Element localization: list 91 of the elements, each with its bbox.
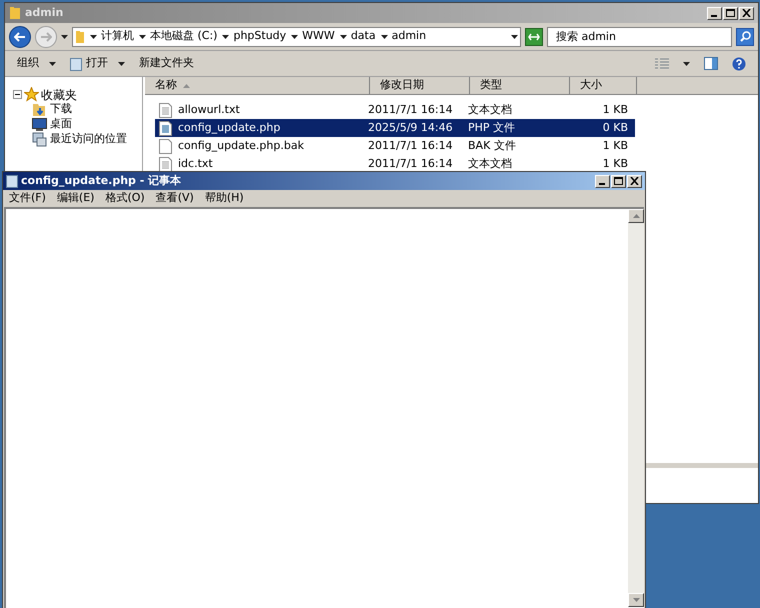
file-row[interactable]: config_update.php.bak 2011/7/1 16:14 BAK 文件 1 KB (155, 137, 635, 155)
menu-item[interactable]: 查看(V) (156, 190, 194, 207)
maximize-button[interactable] (611, 174, 626, 188)
breadcrumb-item[interactable]: 本地磁盘 (C:) (150, 28, 218, 45)
caret-icon (683, 62, 690, 66)
sort-up-icon (183, 84, 190, 88)
file-type: 文本文档 (468, 156, 513, 172)
breadcrumb-item[interactable]: data (350, 28, 376, 45)
file-date: 2011/7/1 16:14 (368, 156, 454, 172)
file-date: 2011/7/1 16:14 (368, 138, 454, 154)
file-size: 0 KB (602, 120, 628, 136)
file-row[interactable]: allowurl.txt 2011/7/1 16:14 文本文档 1 KB (155, 101, 635, 119)
close-button[interactable] (627, 174, 642, 188)
window-title: admin (25, 4, 64, 21)
column-header[interactable]: 类型 (470, 77, 570, 95)
breadcrumb-item[interactable]: phpStudy (233, 28, 286, 45)
file-name: config_update.php.bak (178, 138, 304, 154)
file-date: 2025/5/9 14:46 (368, 120, 454, 136)
address-bar[interactable]: 计算机 本地磁盘 (C:) phpStudy WWW data admin (72, 26, 521, 46)
folder-icon (75, 30, 85, 44)
file-size: 1 KB (602, 156, 628, 172)
scroll-down-icon (632, 598, 640, 602)
search-button[interactable] (736, 28, 754, 46)
forward-arrow-icon (40, 32, 52, 42)
file-type: BAK 文件 (468, 138, 517, 154)
toolbar-button[interactable]: 组织 (17, 55, 39, 72)
desktop-icon (32, 118, 47, 131)
maximize-icon (726, 9, 735, 17)
notepad-icon (70, 56, 82, 70)
nav-item[interactable]: 下载 (50, 101, 72, 118)
menu-item[interactable]: 帮助(H) (204, 190, 244, 207)
column-header[interactable]: 大小 (570, 77, 637, 95)
nav-item[interactable]: 桌面 (50, 116, 72, 133)
preview-pane-icon[interactable] (704, 57, 718, 70)
breadcrumb-item[interactable]: admin (392, 28, 426, 45)
breadcrumb-item[interactable]: WWW (302, 28, 335, 45)
back-button[interactable] (9, 26, 31, 48)
file-icon (159, 120, 172, 136)
file-type: 文本文档 (468, 102, 513, 118)
file-type: PHP 文件 (468, 120, 516, 136)
caret-icon (90, 34, 97, 38)
search-icon (740, 31, 750, 42)
file-icon (159, 102, 172, 118)
file-date: 2011/7/1 16:14 (368, 102, 454, 118)
file-icon (159, 138, 172, 154)
help-icon[interactable] (732, 56, 746, 70)
file-icon (159, 156, 172, 172)
caret-icon (61, 34, 68, 38)
file-size: 1 KB (602, 102, 628, 118)
search-field[interactable]: 搜索 admin (547, 26, 732, 46)
toolbar-button[interactable]: 新建文件夹 (139, 55, 194, 72)
file-name: idc.txt (178, 156, 213, 172)
refresh-icon (528, 32, 540, 40)
toolbar-button[interactable]: 打开 (70, 55, 108, 72)
close-icon (630, 177, 639, 185)
close-button[interactable] (739, 6, 754, 20)
notepad-icon (6, 174, 18, 188)
caret-icon (291, 34, 298, 38)
window-title: config_update.php - 记事本 (21, 172, 182, 189)
file-name: config_update.php (178, 120, 280, 136)
column-header[interactable]: 名称 (145, 77, 370, 95)
close-icon (742, 9, 751, 17)
file-size: 1 KB (602, 138, 628, 154)
minimize-button[interactable] (707, 6, 722, 20)
caret-icon (511, 34, 518, 38)
caret-icon (139, 34, 146, 38)
expander-icon[interactable] (13, 90, 22, 99)
star-icon (24, 87, 39, 102)
minimize-button[interactable] (595, 174, 610, 188)
maximize-button[interactable] (723, 6, 738, 20)
recent-places-icon (32, 132, 47, 147)
caret-icon (222, 34, 230, 38)
refresh-button[interactable] (525, 28, 543, 46)
menu-item[interactable]: 文件(F) (9, 190, 46, 207)
folder-icon (9, 6, 21, 20)
back-arrow-icon (14, 32, 26, 42)
column-header[interactable]: 修改日期 (370, 77, 470, 95)
menu-item[interactable]: 编辑(E) (56, 190, 94, 207)
breadcrumb-item[interactable]: 计算机 (101, 28, 134, 45)
file-row[interactable]: config_update.php 2025/5/9 14:46 PHP 文件 0 KB (155, 119, 635, 137)
menu-item[interactable]: 格式(O) (105, 190, 145, 207)
nav-item[interactable]: 最近访问的位置 (50, 131, 127, 148)
folder-download-icon (32, 102, 47, 117)
vertical-scrollbar[interactable] (628, 209, 644, 607)
nav-group-label[interactable]: 收藏夹 (41, 86, 77, 104)
file-name: allowurl.txt (178, 102, 240, 118)
scroll-up-icon (632, 214, 640, 218)
caret-icon (380, 34, 388, 38)
caret-icon (340, 34, 347, 38)
maximize-icon (614, 177, 623, 185)
file-row[interactable]: idc.txt 2011/7/1 16:14 文本文档 1 KB (155, 155, 635, 173)
